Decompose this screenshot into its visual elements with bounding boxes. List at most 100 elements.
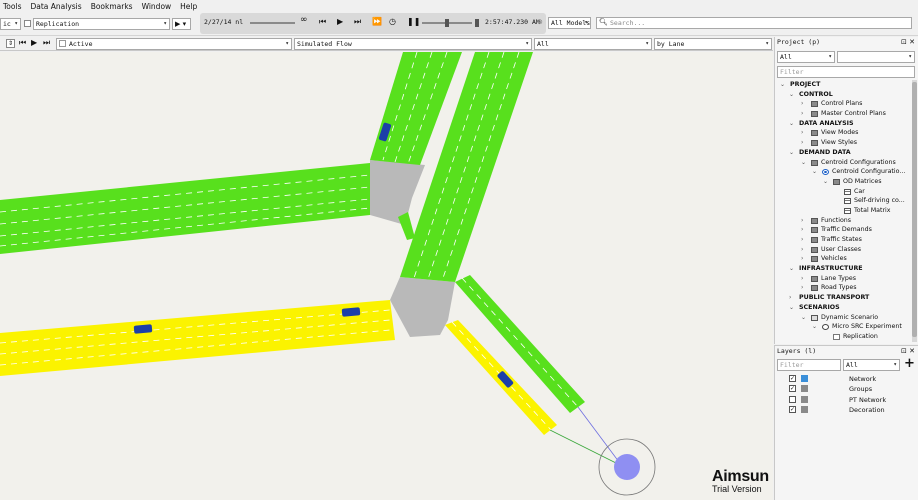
tree-item[interactable]: ⌄ OD Matrices xyxy=(775,177,909,187)
skip-forward-icon[interactable]: ⏭ xyxy=(43,38,50,48)
road-connector[interactable] xyxy=(398,212,415,240)
tree-item[interactable]: › Functions xyxy=(775,216,909,226)
layers-type-combo[interactable]: All ▾ xyxy=(843,359,900,371)
tree-item[interactable]: ⌄ CONTROL xyxy=(775,90,909,100)
tree-item[interactable]: › Control Plans xyxy=(775,99,909,109)
tree-item[interactable]: ⌄ Dynamic Scenario xyxy=(775,313,909,323)
chevron-right-icon[interactable]: › xyxy=(801,99,803,109)
spin-icon[interactable]: ⇕ xyxy=(6,39,15,48)
chevron-down-icon[interactable]: ⌄ xyxy=(789,119,794,129)
panel-controls[interactable]: ⊡ ✕ xyxy=(901,37,915,48)
time-slider-knob[interactable] xyxy=(445,19,449,27)
chevron-down-icon[interactable]: ⌄ xyxy=(801,158,806,168)
chevron-down-icon[interactable]: ⌄ xyxy=(823,177,828,187)
tree-item[interactable]: › Traffic Demands xyxy=(775,225,909,235)
chevron-right-icon[interactable]: › xyxy=(789,293,791,303)
chevron-down-icon[interactable]: ⌄ xyxy=(789,264,794,274)
fast-forward-icon[interactable]: ⏩ xyxy=(372,17,382,26)
tree-item[interactable]: ⌄ Centroid Configuratio... xyxy=(775,167,909,177)
tree-item[interactable]: ⌄ INFRASTRUCTURE xyxy=(775,264,909,274)
layers-filter-input[interactable]: Filter xyxy=(777,359,841,371)
run-button[interactable]: ▶ ▾ xyxy=(172,18,191,30)
project-scroll-thumb[interactable] xyxy=(912,82,917,337)
tree-item[interactable]: Self-driving co... xyxy=(775,196,909,206)
stop-icon[interactable]: ⊗ xyxy=(537,18,543,26)
menu-bookmarks[interactable]: Bookmarks xyxy=(91,2,133,11)
tree-item[interactable]: › View Modes xyxy=(775,128,909,138)
chevron-right-icon[interactable]: › xyxy=(801,109,803,119)
layer-checkbox[interactable] xyxy=(789,395,796,403)
search-box[interactable]: 🔍︎ Search... xyxy=(596,17,912,29)
junction-upper[interactable] xyxy=(370,160,425,225)
tree-item[interactable]: › Vehicles xyxy=(775,254,909,264)
chevron-right-icon[interactable]: › xyxy=(801,274,803,284)
tree-item[interactable]: › User Classes xyxy=(775,245,909,255)
chevron-right-icon[interactable]: › xyxy=(801,254,803,264)
chevron-down-icon[interactable]: ⌄ xyxy=(789,303,794,313)
tree-item[interactable]: › Traffic States xyxy=(775,235,909,245)
tree-item[interactable]: ⌄ DEMAND DATA xyxy=(775,148,909,158)
chevron-right-icon[interactable]: › xyxy=(801,283,803,293)
menu-tools[interactable]: Tools xyxy=(3,2,21,11)
chevron-down-icon[interactable]: ⌄ xyxy=(812,167,817,177)
play-icon[interactable]: ▶ xyxy=(337,17,343,26)
models-combo[interactable]: All Models ▾ xyxy=(548,17,591,29)
play-icon[interactable]: ▶ xyxy=(31,38,37,47)
lane-combo[interactable]: by Lane ▾ xyxy=(654,38,772,50)
speed-slider[interactable] xyxy=(250,22,295,24)
clock-icon[interactable]: ◷ xyxy=(389,17,396,26)
layer-checkbox[interactable]: ✓ xyxy=(789,375,796,382)
network-canvas[interactable] xyxy=(0,52,773,500)
tree-item[interactable]: › Master Control Plans xyxy=(775,109,909,119)
project-filter-combo[interactable]: All ▾ xyxy=(777,51,835,63)
centroid[interactable] xyxy=(614,454,640,480)
chevron-down-icon[interactable]: ⌄ xyxy=(789,90,794,100)
pause-icon[interactable]: ❚❚ xyxy=(407,17,420,26)
rewind-icon[interactable]: ⏮ xyxy=(319,17,326,27)
tree-item[interactable]: › Road Types xyxy=(775,283,909,293)
chevron-down-icon[interactable]: ⌄ xyxy=(780,80,785,90)
chevron-right-icon[interactable]: › xyxy=(801,235,803,245)
skip-back-icon[interactable]: ⏮ xyxy=(19,38,26,48)
vehicle[interactable] xyxy=(133,324,153,334)
layer-checkbox[interactable]: ✓ xyxy=(789,405,796,413)
replication-combo[interactable]: Replication ▾ xyxy=(33,18,170,30)
infinite-speed-icon[interactable]: ∞ xyxy=(300,15,308,25)
network-view[interactable] xyxy=(0,52,773,500)
active-combo[interactable]: Active ▾ xyxy=(56,38,292,50)
layer-item[interactable]: ✓ Groups xyxy=(775,384,915,394)
chevron-down-icon[interactable]: ⌄ xyxy=(812,322,817,332)
menu-help[interactable]: Help xyxy=(180,2,197,11)
tree-item[interactable]: ⌄ PROJECT xyxy=(775,80,909,90)
chevron-right-icon[interactable]: › xyxy=(801,138,803,148)
layer-item[interactable]: ✓ Network xyxy=(775,374,915,384)
chevron-right-icon[interactable]: › xyxy=(801,225,803,235)
tree-item[interactable]: Total Matrix xyxy=(775,206,909,216)
junction-lower[interactable] xyxy=(390,277,455,337)
layer-item[interactable]: PT Network xyxy=(775,395,915,405)
layer-item[interactable]: ✓ Decoration xyxy=(775,405,915,415)
tree-item[interactable]: Car xyxy=(775,187,909,197)
chevron-down-icon[interactable]: ⌄ xyxy=(789,148,794,158)
tree-item[interactable]: ⌄ SCENARIOS xyxy=(775,303,909,313)
menu-data-analysis[interactable]: Data Analysis xyxy=(30,2,81,11)
mode-combo[interactable]: ic ▾ xyxy=(0,18,21,30)
layer-checkbox[interactable]: ✓ xyxy=(789,385,796,393)
tree-item[interactable]: › Lane Types xyxy=(775,274,909,284)
tree-item[interactable]: ⌄ DATA ANALYSIS xyxy=(775,119,909,129)
flow-combo[interactable]: Simulated Flow ▾ xyxy=(294,38,532,50)
vehicle[interactable] xyxy=(341,307,361,317)
add-layer-button[interactable]: + xyxy=(904,357,915,371)
chevron-right-icon[interactable]: › xyxy=(801,245,803,255)
tree-item[interactable]: ⌄ Centroid Configurations xyxy=(775,158,909,168)
tree-item[interactable]: › PUBLIC TRANSPORT xyxy=(775,293,909,303)
project-filter-input[interactable]: Filter xyxy=(777,66,915,78)
menu-window[interactable]: Window xyxy=(142,2,172,11)
tree-item[interactable]: Replication xyxy=(775,332,909,342)
all-combo[interactable]: All ▾ xyxy=(534,38,652,50)
chevron-right-icon[interactable]: › xyxy=(801,128,803,138)
tree-item[interactable]: ⌄ Micro SRC Experiment xyxy=(775,322,909,332)
tree-item[interactable]: › View Styles xyxy=(775,138,909,148)
step-icon[interactable]: ⏭ xyxy=(354,17,361,27)
chevron-down-icon[interactable]: ⌄ xyxy=(801,313,806,323)
